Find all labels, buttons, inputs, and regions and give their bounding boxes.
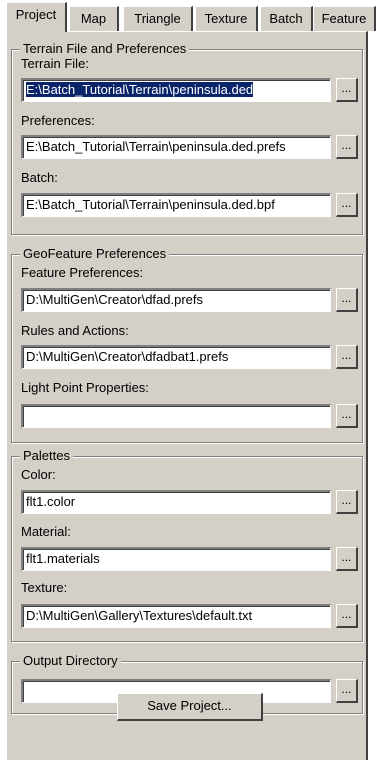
- tab-triangle[interactable]: Triangle: [123, 6, 193, 31]
- terrain-file-browse-button[interactable]: ...: [336, 78, 358, 102]
- terrain-file-value: E:\Batch_Tutorial\Terrain\peninsula.ded: [26, 82, 254, 97]
- tab-batch[interactable]: Batch: [260, 6, 313, 31]
- feature-preferences-browse-button[interactable]: ...: [336, 288, 358, 312]
- color-palette-input[interactable]: flt1.color: [21, 490, 331, 514]
- color-palette-browse-button[interactable]: ...: [336, 490, 358, 514]
- rules-actions-browse-button[interactable]: ...: [336, 345, 358, 369]
- color-label: Color:: [21, 467, 56, 482]
- project-tab-panel: Terrain File and Preferences Terrain Fil…: [6, 31, 368, 760]
- tab-project[interactable]: Project: [6, 2, 67, 32]
- output-directory-browse-button[interactable]: ...: [336, 679, 358, 703]
- palettes-group-title: Palettes: [20, 448, 73, 463]
- tab-texture[interactable]: Texture: [195, 6, 258, 31]
- save-project-button[interactable]: Save Project...: [117, 693, 263, 721]
- terrain-group-title: Terrain File and Preferences: [20, 41, 190, 56]
- preferences-input[interactable]: E:\Batch_Tutorial\Terrain\peninsula.ded.…: [21, 135, 331, 159]
- texture-palette-input[interactable]: D:\MultiGen\Gallery\Textures\default.txt: [21, 604, 331, 628]
- texture-palette-browse-button[interactable]: ...: [336, 604, 358, 628]
- output-directory-title: Output Directory: [20, 653, 121, 668]
- project-settings-window: Project Map Triangle Texture Batch Featu…: [0, 0, 380, 760]
- preferences-browse-button[interactable]: ...: [336, 135, 358, 159]
- material-palette-browse-button[interactable]: ...: [336, 547, 358, 571]
- geofeature-group: GeoFeature Preferences Feature Preferenc…: [11, 246, 363, 443]
- tab-map[interactable]: Map: [69, 6, 119, 31]
- light-point-input[interactable]: [21, 404, 331, 428]
- texture-label: Texture:: [21, 580, 68, 595]
- preferences-label: Preferences:: [21, 113, 95, 128]
- batch-label: Batch:: [21, 170, 58, 185]
- batch-browse-button[interactable]: ...: [336, 193, 358, 217]
- geofeature-group-title: GeoFeature Preferences: [20, 246, 170, 261]
- material-palette-input[interactable]: flt1.materials: [21, 547, 331, 571]
- rules-actions-input[interactable]: D:\MultiGen\Creator\dfadbat1.prefs: [21, 345, 331, 369]
- light-point-browse-button[interactable]: ...: [336, 404, 358, 428]
- feature-preferences-label: Feature Preferences:: [21, 265, 144, 280]
- palettes-group: Palettes Color: flt1.color ... Material:…: [11, 448, 363, 642]
- feature-preferences-input[interactable]: D:\MultiGen\Creator\dfad.prefs: [21, 288, 331, 312]
- rules-actions-label: Rules and Actions:: [21, 323, 129, 338]
- batch-input[interactable]: E:\Batch_Tutorial\Terrain\peninsula.ded.…: [21, 193, 331, 217]
- terrain-file-label: Terrain File:: [21, 56, 89, 71]
- terrain-file-input[interactable]: E:\Batch_Tutorial\Terrain\peninsula.ded: [21, 78, 331, 102]
- terrain-group: Terrain File and Preferences Terrain Fil…: [11, 41, 363, 235]
- light-point-label: Light Point Properties:: [21, 380, 149, 395]
- material-label: Material:: [21, 524, 71, 539]
- tab-feature[interactable]: Feature: [313, 6, 376, 31]
